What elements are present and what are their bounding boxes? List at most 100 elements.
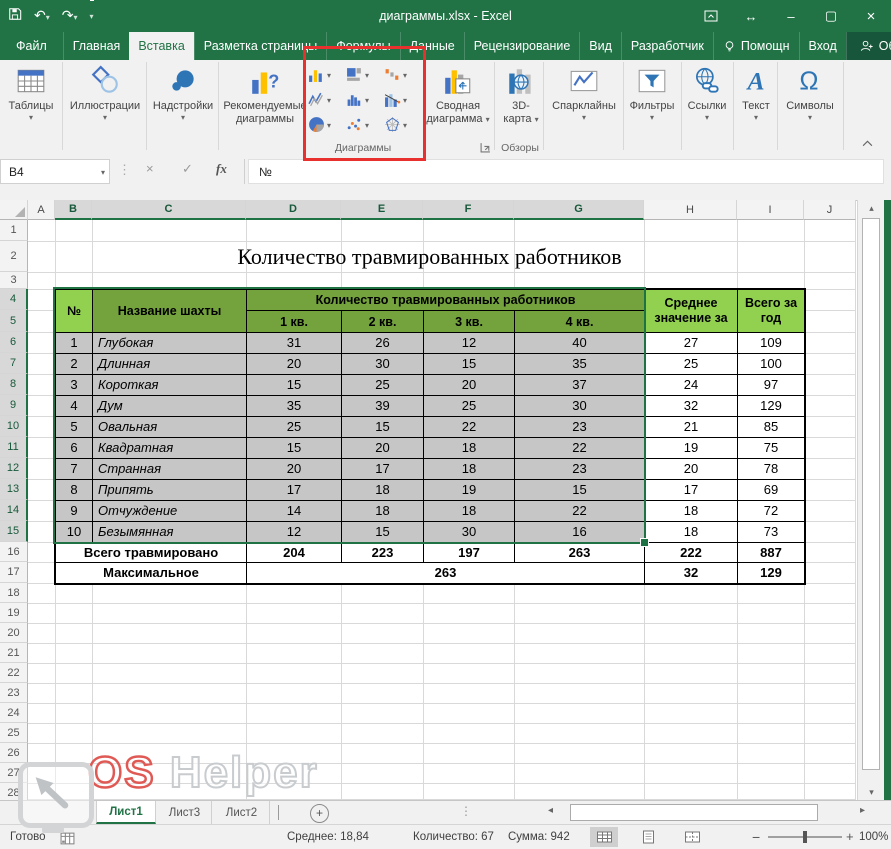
- cell-D11[interactable]: 15: [246, 437, 342, 459]
- cell-E13[interactable]: 18: [341, 479, 424, 501]
- cell-B15[interactable]: 10: [55, 521, 93, 543]
- tab-Данные[interactable]: Данные: [400, 32, 464, 60]
- tables-button[interactable]: Таблицы ▾: [2, 62, 60, 154]
- cell-G10[interactable]: 23: [514, 416, 645, 438]
- row-header-11[interactable]: 11: [0, 437, 28, 458]
- cell-C15[interactable]: Безымянная: [92, 521, 247, 543]
- cell-H10[interactable]: 21: [644, 416, 738, 438]
- cell-G6[interactable]: 40: [514, 332, 645, 354]
- cell-E15[interactable]: 15: [341, 521, 424, 543]
- column-header-J[interactable]: J: [804, 200, 856, 220]
- column-chart-button[interactable]: ▾: [308, 64, 342, 87]
- column-header-A[interactable]: A: [28, 200, 55, 220]
- row-header-16[interactable]: 16: [0, 542, 28, 562]
- enter-icon[interactable]: ✓: [182, 161, 193, 177]
- close-button[interactable]: ×: [851, 0, 891, 32]
- symbols-button[interactable]: Ω Символы ▾: [779, 62, 841, 154]
- cell-D9[interactable]: 35: [246, 395, 342, 417]
- cell-E8[interactable]: 25: [341, 374, 424, 396]
- cell-F9[interactable]: 25: [423, 395, 515, 417]
- minimize-button[interactable]: –: [771, 0, 811, 32]
- cell-C11[interactable]: Квадратная: [92, 437, 247, 459]
- column-header-I[interactable]: I: [737, 200, 804, 220]
- tabbar-resize-grip[interactable]: ⋮: [460, 804, 472, 818]
- cell-D5[interactable]: 1 кв.: [246, 310, 342, 333]
- cell-G11[interactable]: 22: [514, 437, 645, 459]
- cell-I14[interactable]: 72: [737, 500, 805, 522]
- cell-E10[interactable]: 15: [341, 416, 424, 438]
- cell-G14[interactable]: 22: [514, 500, 645, 522]
- cell-C10[interactable]: Овальная: [92, 416, 247, 438]
- row-header-4[interactable]: 4: [0, 289, 28, 310]
- cell-I11[interactable]: 75: [737, 437, 805, 459]
- cell-F12[interactable]: 18: [423, 458, 515, 480]
- cell-G15[interactable]: 16: [514, 521, 645, 543]
- cell-D16[interactable]: 204: [246, 542, 342, 563]
- sheet-tab-Лист1[interactable]: Лист1: [96, 801, 156, 824]
- cell-F14[interactable]: 18: [423, 500, 515, 522]
- collapse-ribbon-icon[interactable]: [862, 138, 873, 150]
- horizontal-scroll-thumb[interactable]: [570, 804, 818, 821]
- resize-icon[interactable]: ↔: [731, 0, 771, 32]
- row-header-27[interactable]: 27: [0, 763, 28, 783]
- column-header-B[interactable]: B: [55, 200, 92, 220]
- sheet-tab-Лист2[interactable]: Лист2: [214, 801, 270, 824]
- maximize-button[interactable]: ▢: [811, 0, 851, 32]
- cell-B8[interactable]: 3: [55, 374, 93, 396]
- chevron-down-icon[interactable]: ▾: [101, 160, 105, 185]
- radar-chart-button[interactable]: ▾: [384, 114, 418, 137]
- cell-C8[interactable]: Короткая: [92, 374, 247, 396]
- cell-I4-I5[interactable]: Всего за год: [737, 289, 805, 333]
- cell-H7[interactable]: 25: [644, 353, 738, 375]
- row-header-18[interactable]: 18: [0, 583, 28, 603]
- cell-B10[interactable]: 5: [55, 416, 93, 438]
- row-header-14[interactable]: 14: [0, 500, 28, 521]
- cell-H9[interactable]: 32: [644, 395, 738, 417]
- row-header-21[interactable]: 21: [0, 643, 28, 663]
- row-header-23[interactable]: 23: [0, 683, 28, 703]
- combo-chart-button[interactable]: ▾: [384, 89, 418, 112]
- cell-I13[interactable]: 69: [737, 479, 805, 501]
- cell-B7[interactable]: 2: [55, 353, 93, 375]
- row-header-9[interactable]: 9: [0, 395, 28, 416]
- row-header-25[interactable]: 25: [0, 723, 28, 743]
- cell-E14[interactable]: 18: [341, 500, 424, 522]
- row-header-19[interactable]: 19: [0, 603, 28, 623]
- cell-D6[interactable]: 31: [246, 332, 342, 354]
- line-chart-button[interactable]: ▾: [308, 89, 342, 112]
- cell-C7[interactable]: Длинная: [92, 353, 247, 375]
- cell-E7[interactable]: 30: [341, 353, 424, 375]
- cell-G8[interactable]: 37: [514, 374, 645, 396]
- cell-I10[interactable]: 85: [737, 416, 805, 438]
- sparklines-button[interactable]: Спарклайны ▾: [545, 62, 623, 154]
- cell-C12[interactable]: Странная: [92, 458, 247, 480]
- column-header-D[interactable]: D: [246, 200, 341, 220]
- cell-I16[interactable]: 887: [737, 542, 805, 563]
- tab-Рецензирование[interactable]: Рецензирование: [464, 32, 580, 60]
- cell-F16[interactable]: 197: [423, 542, 515, 563]
- sheet-tab-Лист3[interactable]: Лист3: [158, 801, 212, 824]
- column-header-F[interactable]: F: [423, 200, 514, 220]
- zoom-in-button[interactable]: +: [846, 825, 854, 849]
- cell-D14[interactable]: 14: [246, 500, 342, 522]
- cell-G5[interactable]: 4 кв.: [514, 310, 645, 333]
- cell-D13[interactable]: 17: [246, 479, 342, 501]
- cell-G16[interactable]: 263: [514, 542, 645, 563]
- cell-B11[interactable]: 6: [55, 437, 93, 459]
- row-header-24[interactable]: 24: [0, 703, 28, 723]
- stacked-bar-button[interactable]: ▾: [346, 64, 380, 87]
- cancel-icon[interactable]: ×: [146, 161, 154, 176]
- row-header-12[interactable]: 12: [0, 458, 28, 479]
- cell-F8[interactable]: 20: [423, 374, 515, 396]
- charts-dialog-launcher-icon[interactable]: [480, 142, 491, 156]
- row-header-13[interactable]: 13: [0, 479, 28, 500]
- cell-B16-C16[interactable]: Всего травмировано: [55, 542, 247, 563]
- fill-handle[interactable]: [640, 538, 649, 547]
- row-header-15[interactable]: 15: [0, 521, 28, 542]
- row-header-7[interactable]: 7: [0, 353, 28, 374]
- cell-G9[interactable]: 30: [514, 395, 645, 417]
- cell-B17-C17[interactable]: Максимальное: [55, 562, 247, 584]
- scroll-left-icon[interactable]: ◂: [548, 805, 553, 816]
- row-header-8[interactable]: 8: [0, 374, 28, 395]
- cell-I8[interactable]: 97: [737, 374, 805, 396]
